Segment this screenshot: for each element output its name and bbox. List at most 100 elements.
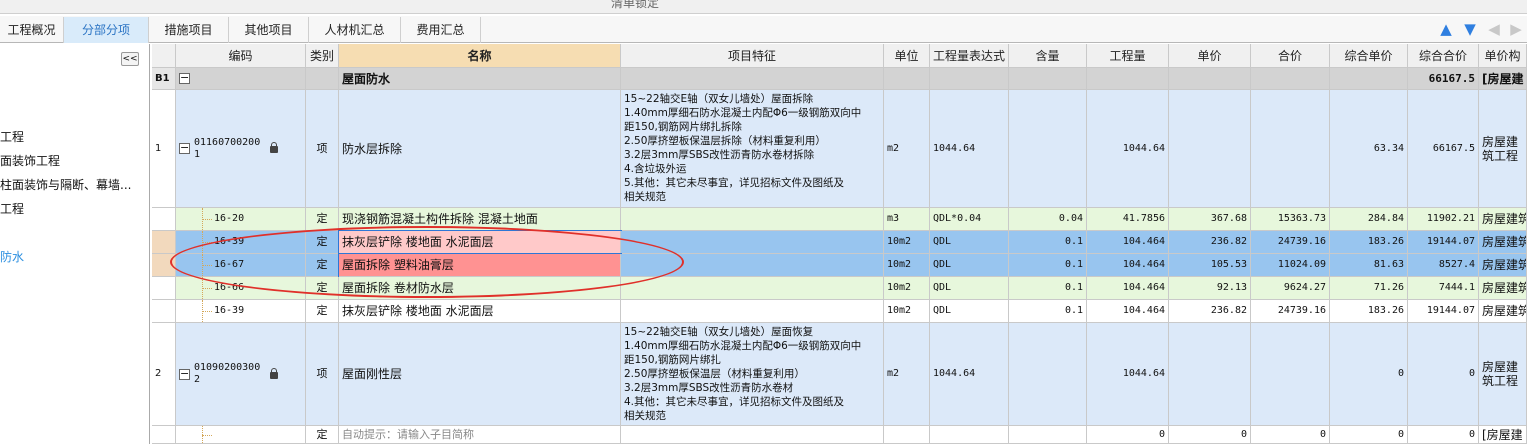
cell-code[interactable]: 16-66 [176, 277, 306, 300]
header-unit[interactable]: 单位 [884, 44, 930, 68]
cell-content[interactable]: 0.1 [1009, 300, 1087, 323]
cell-name[interactable]: 抹灰层铲除 楼地面 水泥面层 [338, 230, 622, 255]
header-tail[interactable]: 单价构 [1479, 44, 1527, 68]
cell-qty[interactable]: 104.464 [1087, 300, 1169, 323]
collapse-toggle-icon[interactable]: − [179, 72, 190, 84]
cell-feature[interactable] [621, 231, 884, 254]
cell-tail[interactable]: 房屋建筑工程 [1479, 90, 1527, 208]
cell-comp-price[interactable]: 183.26 [1330, 231, 1408, 254]
cell-comp-price[interactable]: 71.26 [1330, 277, 1408, 300]
cell-name[interactable]: 屋面刚性层 [339, 323, 621, 426]
cell-price[interactable]: 236.82 [1169, 231, 1251, 254]
cell-comp-price[interactable]: 0 [1330, 323, 1408, 426]
header-feature[interactable]: 项目特征 [621, 44, 884, 68]
tab-labor-material-summary[interactable]: 人材机汇总 [309, 17, 401, 43]
header-name[interactable]: 名称 [339, 44, 621, 68]
header-content[interactable]: 含量 [1009, 44, 1087, 68]
cell-comp-total[interactable]: 0 [1408, 323, 1479, 426]
cell-expr[interactable] [930, 426, 1009, 444]
down-arrow-icon[interactable]: ▼ [1462, 19, 1478, 39]
cell-comp-price[interactable]: 81.63 [1330, 254, 1408, 277]
cell-price[interactable]: 92.13 [1169, 277, 1251, 300]
cell-type[interactable] [306, 68, 339, 90]
cell-qty[interactable]: 104.464 [1087, 254, 1169, 277]
cell-name[interactable]: 屋面拆除 卷材防水层 [339, 277, 621, 300]
cell-code[interactable]: 16-20 [176, 208, 306, 231]
cell-unit[interactable]: 10m2 [884, 231, 930, 254]
cell-feature[interactable]: 15~22轴交E轴（双女儿墙处）屋面拆除 1.40mm厚细石防水混凝土内配Φ6一级… [621, 90, 884, 208]
cell-unit[interactable]: m3 [884, 208, 930, 231]
tab-measures[interactable]: 措施项目 [149, 17, 229, 43]
cell-type[interactable]: 定 [306, 426, 339, 444]
cell-expr[interactable] [930, 68, 1009, 90]
cell-qty[interactable] [1087, 68, 1169, 90]
cell-comp-total[interactable]: 66167.5 [1408, 68, 1479, 90]
cell-qty[interactable]: 104.464 [1087, 277, 1169, 300]
cell-code[interactable]: − [176, 68, 306, 90]
cell-expr[interactable]: QDL [930, 300, 1009, 323]
cell-qty[interactable]: 104.464 [1087, 231, 1169, 254]
cell-type[interactable]: 定 [306, 277, 339, 300]
cell-expr[interactable]: QDL [930, 277, 1009, 300]
cell-tail[interactable]: 房屋建筑 [1479, 300, 1527, 323]
header-type[interactable]: 类别 [306, 44, 339, 68]
cell-unit[interactable]: 10m2 [884, 254, 930, 277]
header-expr[interactable]: 工程量表达式 [930, 44, 1009, 68]
cell-content[interactable] [1009, 68, 1087, 90]
collapse-toggle-icon[interactable]: − [179, 368, 190, 380]
cell-code[interactable] [176, 426, 306, 444]
cell-content[interactable]: 0.1 [1009, 277, 1087, 300]
header-comp-total[interactable]: 综合合价 [1408, 44, 1479, 68]
cell-code[interactable]: 16-39 [176, 231, 306, 254]
cell-unit[interactable]: 10m2 [884, 300, 930, 323]
cell-comp-total[interactable]: 8527.4 [1408, 254, 1479, 277]
cell-comp-price[interactable] [1330, 68, 1408, 90]
cell-content[interactable] [1009, 426, 1087, 444]
cell-price[interactable]: 105.53 [1169, 254, 1251, 277]
sidebar-item-waterproofing[interactable]: 防水 [0, 248, 24, 265]
cell-price[interactable] [1169, 90, 1251, 208]
sidebar-item-engineering[interactable]: 工程 [0, 128, 24, 145]
cell-tail[interactable]: 房屋建筑 [1479, 254, 1527, 277]
cell-qty[interactable]: 1044.64 [1087, 90, 1169, 208]
header-total[interactable]: 合价 [1251, 44, 1330, 68]
cell-type[interactable]: 项 [306, 90, 339, 208]
cell-total[interactable]: 11024.09 [1251, 254, 1330, 277]
collapse-toggle-icon[interactable]: − [179, 142, 190, 154]
cell-comp-total[interactable]: 19144.07 [1408, 300, 1479, 323]
cell-tail[interactable]: 房屋建筑 [1479, 208, 1527, 231]
tab-sub-items[interactable]: 分部分项 [64, 17, 149, 43]
cell-price[interactable]: 236.82 [1169, 300, 1251, 323]
cell-total[interactable] [1251, 323, 1330, 426]
cell-name[interactable]: 现浇钢筋混凝土构件拆除 混凝土地面 [339, 208, 621, 231]
cell-type[interactable]: 定 [306, 231, 339, 254]
cell-qty[interactable]: 41.7856 [1087, 208, 1169, 231]
cell-type[interactable]: 定 [306, 300, 339, 323]
header-qty[interactable]: 工程量 [1087, 44, 1169, 68]
cell-content[interactable]: 0.1 [1009, 254, 1087, 277]
cell-unit[interactable]: 10m2 [884, 277, 930, 300]
cell-comp-price[interactable]: 63.34 [1330, 90, 1408, 208]
cell-type[interactable]: 定 [306, 208, 339, 231]
cell-name[interactable]: 自动提示：请输入子目简称 [339, 426, 621, 444]
cell-comp-total[interactable]: 7444.1 [1408, 277, 1479, 300]
header-code[interactable]: 编码 [176, 44, 306, 68]
up-arrow-icon[interactable]: ▲ [1438, 19, 1454, 39]
sidebar-item-column-partition-curtain[interactable]: 柱面装饰与隔断、幕墙... [0, 176, 131, 193]
cell-tail[interactable]: 房屋建筑工程 [1479, 323, 1527, 426]
tab-other-items[interactable]: 其他项目 [229, 17, 309, 43]
cell-comp-total[interactable]: 0 [1408, 426, 1479, 444]
right-arrow-icon[interactable]: ▶ [1508, 19, 1524, 39]
cell-total[interactable] [1251, 68, 1330, 90]
collapse-icon[interactable]: << [121, 52, 139, 66]
cell-qty[interactable]: 0 [1087, 426, 1169, 444]
tab-fee-summary[interactable]: 费用汇总 [401, 17, 481, 43]
cell-price[interactable]: 367.68 [1169, 208, 1251, 231]
cell-name[interactable]: 屋面拆除 塑料油膏层 [338, 253, 622, 278]
cell-price[interactable] [1169, 68, 1251, 90]
cell-qty[interactable]: 1044.64 [1087, 323, 1169, 426]
cell-comp-total[interactable]: 66167.5 [1408, 90, 1479, 208]
cell-feature[interactable] [621, 208, 884, 231]
cell-type[interactable]: 项 [306, 323, 339, 426]
cell-tail[interactable]: [房屋建 [1479, 426, 1527, 444]
